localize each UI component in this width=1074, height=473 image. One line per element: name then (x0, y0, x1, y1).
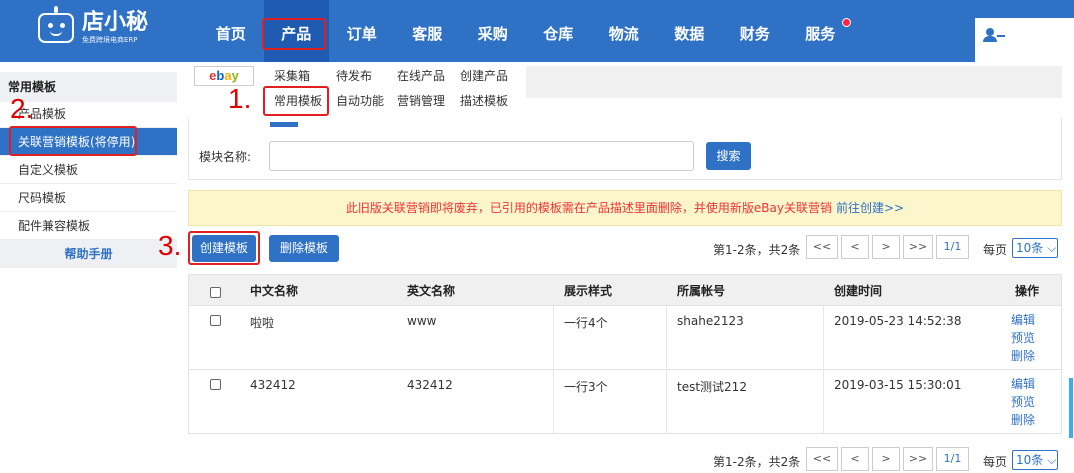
nav-logistics[interactable]: 物流 (591, 0, 657, 62)
robot-logo-icon (38, 6, 74, 43)
per-page-label-bottom: 每页 (983, 455, 1008, 469)
row-checkbox[interactable] (210, 379, 221, 390)
table-row: 432412 432412 一行3个 test测试212 2019-03-15 … (188, 370, 1062, 434)
search-button[interactable]: 搜索 (706, 142, 751, 170)
col-display-style: 展示样式 (564, 284, 613, 298)
subtab-online-product[interactable]: 在线产品 (397, 67, 445, 85)
nav-data[interactable]: 数据 (657, 0, 723, 62)
user-menu[interactable] (975, 18, 1074, 62)
edit-link[interactable]: 编辑 (1011, 310, 1035, 330)
preview-link[interactable]: 预览 (1011, 392, 1035, 412)
subtab-marketing[interactable]: 营销管理 (397, 92, 445, 110)
top-nav-bar: 店小秘 免费跨境电商ERP 首页 产品 订单 客服 采购 仓库 物流 数据 财务… (0, 0, 1074, 62)
sidebar-item-custom-template[interactable]: 自定义模板 (0, 156, 177, 184)
pager-next-top[interactable]: > (872, 235, 900, 259)
nav-order[interactable]: 订单 (329, 0, 395, 62)
nav-customer-service[interactable]: 客服 (395, 0, 461, 62)
deprecation-notice: 此旧版关联营销即将废弃，已引用的模板需在产品描述里面删除，并使用新版eBay关联… (188, 190, 1062, 226)
pager-prev-bottom[interactable]: < (841, 447, 869, 471)
per-page-label-top: 每页 (983, 243, 1008, 257)
pager-last-top[interactable]: >> (903, 235, 933, 259)
cell-cn-name: 432412 (250, 378, 296, 392)
highlight-subtab (263, 86, 329, 116)
preview-link[interactable]: 预览 (1011, 328, 1035, 348)
delete-link[interactable]: 删除 (1011, 346, 1035, 366)
step-label-2: 2. (10, 93, 34, 124)
cell-cn-name: 啦啦 (250, 316, 275, 330)
nav-purchase[interactable]: 采购 (460, 0, 526, 62)
brand-tagline: 免费跨境电商ERP (82, 36, 138, 44)
subtab-auto-function[interactable]: 自动功能 (336, 92, 384, 110)
pager-info-top: 第1-2条，共2条 (713, 243, 801, 257)
nav-service[interactable]: 服务 (788, 0, 854, 62)
pager-first-bottom[interactable]: << (806, 447, 838, 471)
col-account: 所属帐号 (677, 284, 726, 298)
col-en-name: 英文名称 (407, 284, 456, 298)
filter-chip (270, 122, 298, 127)
col-created-time: 创建时间 (834, 284, 883, 298)
subtab-pending[interactable]: 待发布 (336, 67, 372, 85)
pager-page-top: 1/1 (936, 235, 969, 259)
nav-warehouse[interactable]: 仓库 (526, 0, 592, 62)
sidebar-item-size-template[interactable]: 尺码模板 (0, 184, 177, 212)
table-row: 啦啦 www 一行4个 shahe2123 2019-05-23 14:52:3… (188, 306, 1062, 370)
select-all-checkbox[interactable] (210, 287, 221, 298)
pager-last-bottom[interactable]: >> (903, 447, 933, 471)
pager-page-bottom: 1/1 (936, 447, 969, 471)
per-page-select-bottom[interactable]: 10条 ⌵ (1012, 450, 1058, 470)
cell-account: test测试212 (677, 380, 747, 394)
highlight-nav-product (262, 18, 326, 50)
pager-info-bottom: 第1-2条，共2条 (713, 455, 801, 469)
notice-text: 此旧版关联营销即将废弃，已引用的模板需在产品描述里面删除，并使用新版eBay关联… (345, 201, 832, 215)
cell-en-name: www (407, 314, 437, 328)
cell-display-style: 一行4个 (564, 316, 608, 330)
cell-en-name: 432412 (407, 378, 453, 392)
subtab-create-product[interactable]: 创建产品 (460, 67, 508, 85)
per-page-select-top[interactable]: 10条 ⌵ (1012, 238, 1058, 258)
row-checkbox[interactable] (210, 315, 221, 326)
cell-display-style: 一行3个 (564, 380, 608, 394)
module-name-label: 模块名称: (199, 150, 252, 164)
sidebar-item-compat-template[interactable]: 配件兼容模板 (0, 212, 177, 240)
nav-home[interactable]: 首页 (198, 0, 264, 62)
delete-template-button[interactable]: 删除模板 (269, 235, 339, 262)
delete-link[interactable]: 删除 (1011, 410, 1035, 430)
pager-prev-top[interactable]: < (841, 235, 869, 259)
brand-name: 店小秘 (82, 10, 149, 35)
subtab-collect-box[interactable]: 采集箱 (274, 67, 310, 85)
pager-first-top[interactable]: << (806, 235, 838, 259)
subtabs-bar (526, 66, 1062, 98)
step-label-3: 3. (158, 230, 182, 261)
col-cn-name: 中文名称 (250, 284, 299, 298)
cell-created-time: 2019-03-15 15:30:01 (834, 378, 962, 392)
highlight-sidebar-item (9, 126, 137, 156)
user-switch-icon (983, 28, 1005, 42)
notification-dot-icon (842, 18, 851, 27)
module-name-input[interactable] (269, 141, 694, 171)
scrollbar-thumb[interactable] (1069, 378, 1073, 438)
table-header: 中文名称 英文名称 展示样式 所属帐号 创建时间 操作 (188, 274, 1062, 306)
step-label-1: 1. (228, 83, 252, 114)
cell-created-time: 2019-05-23 14:52:38 (834, 314, 962, 328)
highlight-create-button (188, 231, 260, 265)
nav-finance[interactable]: 财务 (722, 0, 788, 62)
col-actions: 操作 (1015, 284, 1040, 298)
brand-logo[interactable]: 店小秘 免费跨境电商ERP (38, 6, 149, 48)
edit-link[interactable]: 编辑 (1011, 374, 1035, 394)
pager-next-bottom[interactable]: > (872, 447, 900, 471)
cell-account: shahe2123 (677, 314, 744, 328)
notice-create-link[interactable]: 前往创建>> (836, 201, 904, 215)
subtab-description-template[interactable]: 描述模板 (460, 92, 508, 110)
help-manual-link[interactable]: 帮助手册 (0, 240, 177, 268)
